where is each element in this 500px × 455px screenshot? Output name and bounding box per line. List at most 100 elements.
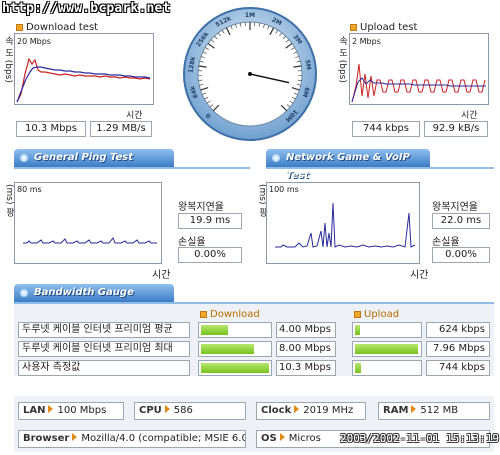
download-chart: 20 Mbps bbox=[14, 33, 154, 105]
game-rtt-label: 왕복지연율 bbox=[432, 202, 478, 213]
system-os-value: Micros bbox=[288, 433, 321, 444]
bullet-icon bbox=[354, 311, 361, 318]
bandwidth-upload-header-text: Upload bbox=[364, 309, 400, 320]
ping-rtt-label: 왕복지연율 bbox=[178, 202, 224, 213]
upload-red-series bbox=[351, 63, 486, 103]
divider bbox=[14, 167, 250, 169]
section-bandwidth-gauge: Bandwidth Gauge bbox=[14, 284, 174, 302]
section-network-game: Network Game & VoIP Test bbox=[266, 149, 430, 181]
bullet-icon bbox=[272, 154, 280, 162]
system-cpu: CPU 586 bbox=[134, 402, 246, 420]
system-cpu-value: 586 bbox=[173, 405, 193, 416]
ping-loss-label: 손실율 bbox=[178, 237, 206, 248]
system-lan-key: LAN bbox=[23, 405, 46, 416]
game-rtt-value: 22.0 ms bbox=[432, 213, 490, 229]
arrow-right-icon bbox=[72, 433, 78, 441]
system-ram-value: 512 MB bbox=[420, 405, 459, 416]
game-max-label: 100 ms bbox=[269, 185, 299, 194]
section-general-ping-label: General Ping Test bbox=[34, 152, 134, 163]
download-value: 10.3 Mbps bbox=[276, 360, 336, 376]
timestamp-overlay: 2003/2002-11-01 15:13:19 bbox=[340, 432, 499, 445]
system-ram-key: RAM bbox=[383, 405, 409, 416]
arrow-right-icon bbox=[164, 405, 170, 413]
upload-value: 744 kbps bbox=[426, 360, 490, 376]
download-bar bbox=[198, 360, 272, 376]
upload-bar bbox=[352, 360, 422, 376]
bullet-icon bbox=[350, 24, 357, 31]
speed-gauge: 0 64k 128k 256k 512k 1M 2M 3M 5M 6M 10M bbox=[178, 6, 322, 142]
download-bar bbox=[198, 322, 272, 338]
ping-loss-value: 0.00% bbox=[178, 247, 242, 263]
system-browser-key: Browser bbox=[23, 433, 70, 444]
system-clock: Clock 2019 MHz bbox=[256, 402, 366, 420]
game-xlabel: 시간 bbox=[410, 270, 429, 281]
download-bar-fill bbox=[201, 363, 269, 373]
upload-value: 7.96 Mbps bbox=[426, 341, 490, 357]
download-value: 4.00 Mbps bbox=[276, 322, 336, 338]
download-value: 8.00 Mbps bbox=[276, 341, 336, 357]
game-chart: 100 ms bbox=[266, 182, 420, 264]
upload-title-text: Upload test bbox=[360, 22, 418, 33]
arrow-right-icon bbox=[279, 433, 285, 441]
system-os-key: OS bbox=[261, 433, 277, 444]
download-title: Download test bbox=[16, 22, 98, 33]
bullet-icon bbox=[20, 154, 28, 162]
download-title-text: Download test bbox=[26, 22, 99, 33]
bandwidth-row-label: 두루넷 케이블 인터넷 프리미엄 최대 bbox=[18, 341, 190, 357]
divider bbox=[266, 167, 494, 169]
download-red-series bbox=[16, 57, 151, 103]
bandwidth-row-label: 두루넷 케이블 인터넷 프리미엄 평균 bbox=[18, 322, 190, 338]
system-browser-value: Mozilla/4.0 (compatible; MSIE 6.0 bbox=[81, 433, 246, 444]
bandwidth-upload-header: Upload bbox=[354, 309, 399, 320]
section-general-ping: General Ping Test bbox=[14, 149, 174, 167]
bullet-icon bbox=[16, 24, 23, 31]
upload-bar bbox=[352, 322, 422, 338]
download-mbps-value: 10.3 Mbps bbox=[16, 121, 86, 137]
system-lan-value: 100 Mbps bbox=[57, 405, 107, 416]
upload-xlabel: 시간 bbox=[461, 111, 478, 121]
bandwidth-download-header: Download bbox=[200, 309, 260, 320]
system-clock-value: 2019 MHz bbox=[303, 405, 354, 416]
upload-title: Upload test bbox=[350, 22, 417, 33]
download-bar bbox=[198, 341, 272, 357]
upload-bar-fill bbox=[355, 344, 418, 354]
download-xlabel: 시간 bbox=[126, 111, 143, 121]
game-loss-label: 손실율 bbox=[432, 237, 460, 248]
download-max-label: 20 Mbps bbox=[17, 37, 51, 46]
upload-bar-fill bbox=[355, 325, 361, 335]
download-blue-series bbox=[16, 66, 151, 103]
download-bar-fill bbox=[201, 344, 255, 354]
bandwidth-download-header-text: Download bbox=[210, 309, 260, 320]
upload-max-label: 2 Mbps bbox=[352, 37, 381, 46]
upload-value: 624 kbps bbox=[426, 322, 490, 338]
upload-bar-fill bbox=[355, 363, 361, 373]
system-lan: LAN 100 Mbps bbox=[18, 402, 124, 420]
upload-ylabel: 속 도 (bps) bbox=[337, 36, 347, 83]
arrow-right-icon bbox=[411, 405, 417, 413]
bullet-icon bbox=[200, 311, 207, 318]
bandwidth-row-label: 사용자 측정값 bbox=[18, 360, 190, 376]
ping-chart: 80 ms bbox=[14, 182, 162, 264]
system-clock-key: Clock bbox=[261, 405, 292, 416]
bullet-icon bbox=[20, 289, 28, 297]
upload-kbps-value: 744 kbps bbox=[352, 121, 420, 137]
ping-rtt-value: 19.9 ms bbox=[178, 213, 242, 229]
arrow-right-icon bbox=[48, 405, 54, 413]
arrow-right-icon bbox=[294, 405, 300, 413]
ping-xlabel: 시간 bbox=[152, 270, 171, 281]
upload-kbs-value: 92.9 kB/s bbox=[424, 121, 488, 137]
gauge-tick-label: 1M bbox=[245, 12, 255, 19]
ping-max-label: 80 ms bbox=[17, 185, 42, 194]
system-browser: Browser Mozilla/4.0 (compatible; MSIE 6.0 bbox=[18, 430, 246, 448]
watermark-url: http://www.bcpark.net bbox=[2, 1, 171, 16]
ping-series bbox=[23, 237, 157, 244]
download-mbs-value: 1.29 MB/s bbox=[90, 121, 152, 137]
system-ram: RAM 512 MB bbox=[378, 402, 490, 420]
game-series bbox=[275, 202, 416, 248]
system-cpu-key: CPU bbox=[139, 405, 162, 416]
download-bar-fill bbox=[201, 325, 228, 335]
upload-chart: 2 Mbps bbox=[349, 33, 489, 105]
game-loss-value: 0.00% bbox=[432, 247, 490, 263]
section-bandwidth-gauge-label: Bandwidth Gauge bbox=[34, 287, 134, 298]
upload-bar bbox=[352, 341, 422, 357]
